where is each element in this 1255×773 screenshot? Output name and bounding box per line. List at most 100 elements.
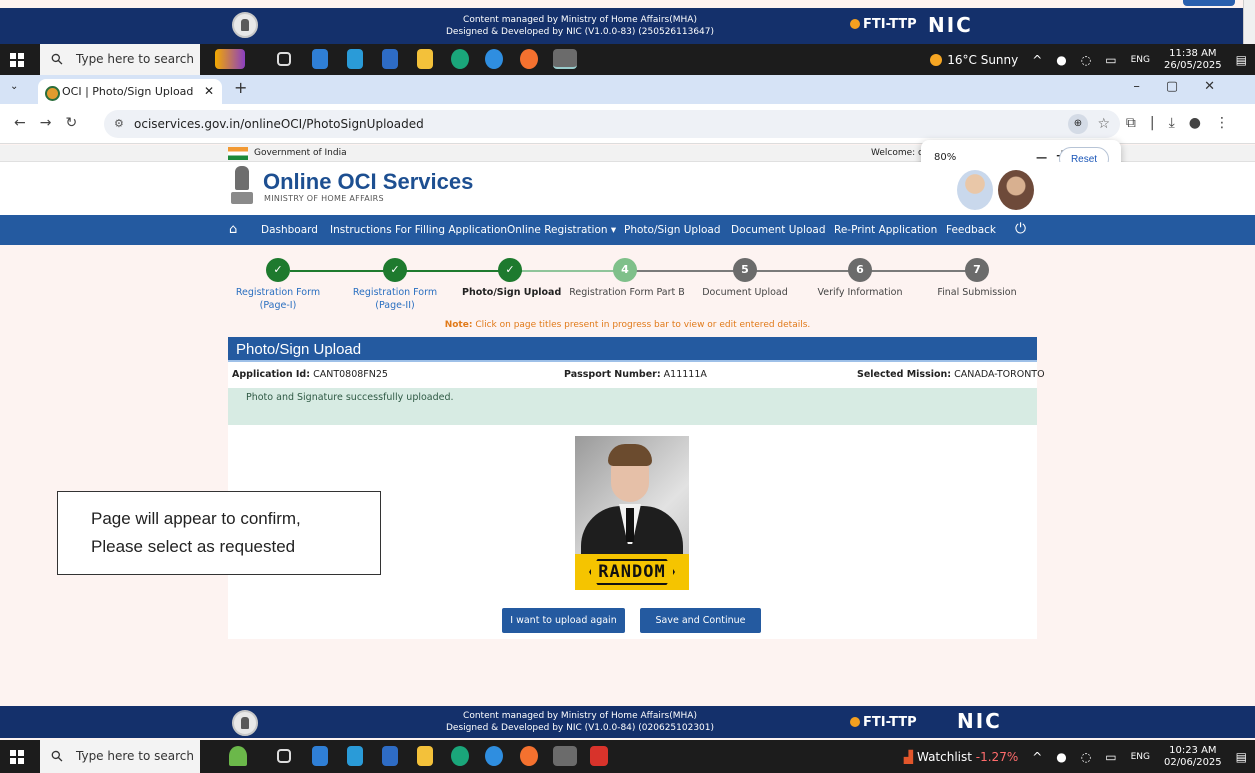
top-edge-button[interactable] <box>1183 0 1235 6</box>
application-id-label: Application Id: <box>232 369 311 380</box>
mission-value: CANADA-TORONTO <box>954 369 1045 380</box>
task-view-icon[interactable] <box>277 749 291 763</box>
weather-widget[interactable]: 16°C Sunny <box>930 53 1018 67</box>
step-7-circle[interactable]: 7 <box>965 258 989 282</box>
uploaded-signature: RANDOM <box>575 554 689 590</box>
step-6-circle[interactable]: 6 <box>848 258 872 282</box>
logout-power-icon[interactable]: ⏻ <box>1015 221 1026 237</box>
firefox-icon[interactable] <box>520 746 538 766</box>
step-5-circle[interactable]: 5 <box>733 258 757 282</box>
footer-credits: Content managed by Ministry of Home Affa… <box>400 14 760 38</box>
clock[interactable]: 10:23 AM 02/06/2025 <box>1164 745 1222 769</box>
nav-photo-sign-upload[interactable]: Photo/Sign Upload <box>624 224 721 236</box>
site-subtitle: MINISTRY OF HOME AFFAIRS <box>264 194 384 203</box>
save-and-continue-button[interactable]: Save and Continue <box>640 608 761 633</box>
battery-icon[interactable]: ▭ <box>1105 750 1116 764</box>
browser-toolbar-icons[interactable]: ⧉|⤓●⋮ <box>1126 115 1243 131</box>
navigation-buttons[interactable]: ←→↻ <box>14 115 91 131</box>
upload-again-button[interactable]: I want to upload again <box>502 608 625 633</box>
language-indicator[interactable]: ENG <box>1131 55 1150 65</box>
step-6-label[interactable]: Verify Information <box>812 286 908 299</box>
network-icon[interactable]: ● <box>1056 750 1066 764</box>
step-1-circle[interactable]: ✓ <box>266 258 290 282</box>
app-icon-1[interactable] <box>312 49 328 69</box>
chrome-icon[interactable] <box>553 746 577 766</box>
official-photo-2 <box>998 170 1034 210</box>
step-5-label[interactable]: Document Upload <box>697 286 793 299</box>
clock[interactable]: 11:38 AM 26/05/2025 <box>1164 48 1222 72</box>
page-scrollbar[interactable] <box>1243 0 1255 44</box>
network-icon[interactable]: ● <box>1056 53 1066 67</box>
app-icon-3[interactable] <box>382 746 398 766</box>
note-text: Click on page titles present in progress… <box>472 320 811 330</box>
tab-search-icon[interactable]: ⌄ <box>10 81 18 92</box>
language-indicator[interactable]: ENG <box>1131 752 1150 762</box>
nav-document-upload[interactable]: Document Upload <box>731 224 826 236</box>
uploaded-photo: RANDOM <box>575 436 689 590</box>
fti-ttp-logo: FTI-TTP <box>850 715 917 730</box>
window-controls[interactable]: –▢✕ <box>1133 79 1241 94</box>
new-tab-icon[interactable]: + <box>234 78 247 97</box>
welcome-text: Welcome: o <box>871 148 924 158</box>
fti-ttp-logo: FTI-TTP <box>850 17 917 32</box>
watchlist-widget[interactable]: ▟ Watchlist -1.27% <box>904 750 1018 764</box>
app-icon-1[interactable] <box>312 746 328 766</box>
india-flag-icon <box>228 147 248 160</box>
close-tab-icon[interactable]: ✕ <box>204 79 214 104</box>
site-header: Online OCI Services MINISTRY OF HOME AFF… <box>0 162 1255 215</box>
ashoka-emblem-icon <box>229 166 255 210</box>
bookmark-star-icon[interactable]: ☆ <box>1097 110 1110 138</box>
step-2-label[interactable]: Registration Form (Page-II) <box>345 286 445 312</box>
task-view-icon[interactable] <box>277 52 291 66</box>
callout-line-2: Please select as requested <box>91 537 296 556</box>
ie-icon[interactable] <box>485 746 503 766</box>
nav-dashboard[interactable]: Dashboard <box>261 224 318 236</box>
chevron-up-icon[interactable]: ^ <box>1032 53 1042 67</box>
edge-icon[interactable] <box>451 49 469 69</box>
system-tray: 16°C Sunny ^ ● ◌ ▭ ENG 11:38 AM 26/05/202… <box>930 44 1247 75</box>
nav-online-registration[interactable]: Online Registration ▾ <box>507 224 616 236</box>
taskbar-search[interactable]: Type here to search <box>40 44 200 75</box>
progress-line-pending <box>636 270 979 272</box>
official-photo-1 <box>957 170 993 210</box>
chrome-icon[interactable] <box>553 49 577 69</box>
plant-widget-icon[interactable] <box>229 746 247 766</box>
firefox-icon[interactable] <box>520 49 538 69</box>
notification-icon[interactable]: ▤ <box>1236 750 1247 764</box>
step-7-label[interactable]: Final Submission <box>930 286 1024 299</box>
file-explorer-icon[interactable] <box>417 746 433 766</box>
windows-start-icon[interactable] <box>10 53 24 67</box>
step-1-label[interactable]: Registration Form (Page-I) <box>228 286 328 312</box>
nav-instructions[interactable]: Instructions For Filling Application <box>330 224 507 236</box>
file-explorer-icon[interactable] <box>417 49 433 69</box>
taskbar-search[interactable]: Type here to search <box>40 740 200 773</box>
mission-label: Selected Mission: <box>857 369 952 380</box>
onedrive-icon[interactable]: ◌ <box>1081 53 1091 67</box>
step-3-label[interactable]: Photo/Sign Upload <box>462 286 561 299</box>
system-tray: ▟ Watchlist -1.27% ^ ● ◌ ▭ ENG 10:23 AM 0… <box>904 740 1247 773</box>
browser-tab[interactable]: OCI | Photo/Sign Upload ✕ <box>38 79 222 104</box>
nic-logo: NIC <box>957 709 1002 733</box>
nav-feedback[interactable]: Feedback <box>946 224 996 236</box>
pdf-reader-icon[interactable] <box>590 746 608 766</box>
app-icon-3[interactable] <box>382 49 398 69</box>
nav-reprint-application[interactable]: Re-Print Application <box>834 224 937 236</box>
battery-icon[interactable]: ▭ <box>1105 53 1116 67</box>
step-4-circle[interactable]: 4 <box>613 258 637 282</box>
edge-icon[interactable] <box>451 746 469 766</box>
onedrive-icon[interactable]: ◌ <box>1081 750 1091 764</box>
app-icon-2[interactable] <box>347 746 363 766</box>
step-3-circle[interactable]: ✓ <box>498 258 522 282</box>
app-icon-2[interactable] <box>347 49 363 69</box>
chevron-up-icon[interactable]: ^ <box>1032 750 1042 764</box>
url-field[interactable]: ociservices.gov.in/onlineOCI/PhotoSignUp… <box>104 110 1120 138</box>
widget-icon[interactable] <box>215 49 245 69</box>
step-2-circle[interactable]: ✓ <box>383 258 407 282</box>
windows-start-icon[interactable] <box>10 750 24 764</box>
step-4-label[interactable]: Registration Form Part B <box>565 286 689 299</box>
url-text: ociservices.gov.in/onlineOCI/PhotoSignUp… <box>134 117 424 131</box>
notification-icon[interactable]: ▤ <box>1236 53 1247 67</box>
ie-icon[interactable] <box>485 49 503 69</box>
home-icon[interactable]: ⌂ <box>229 222 237 237</box>
zoom-icon[interactable]: ⊕ <box>1068 114 1088 134</box>
